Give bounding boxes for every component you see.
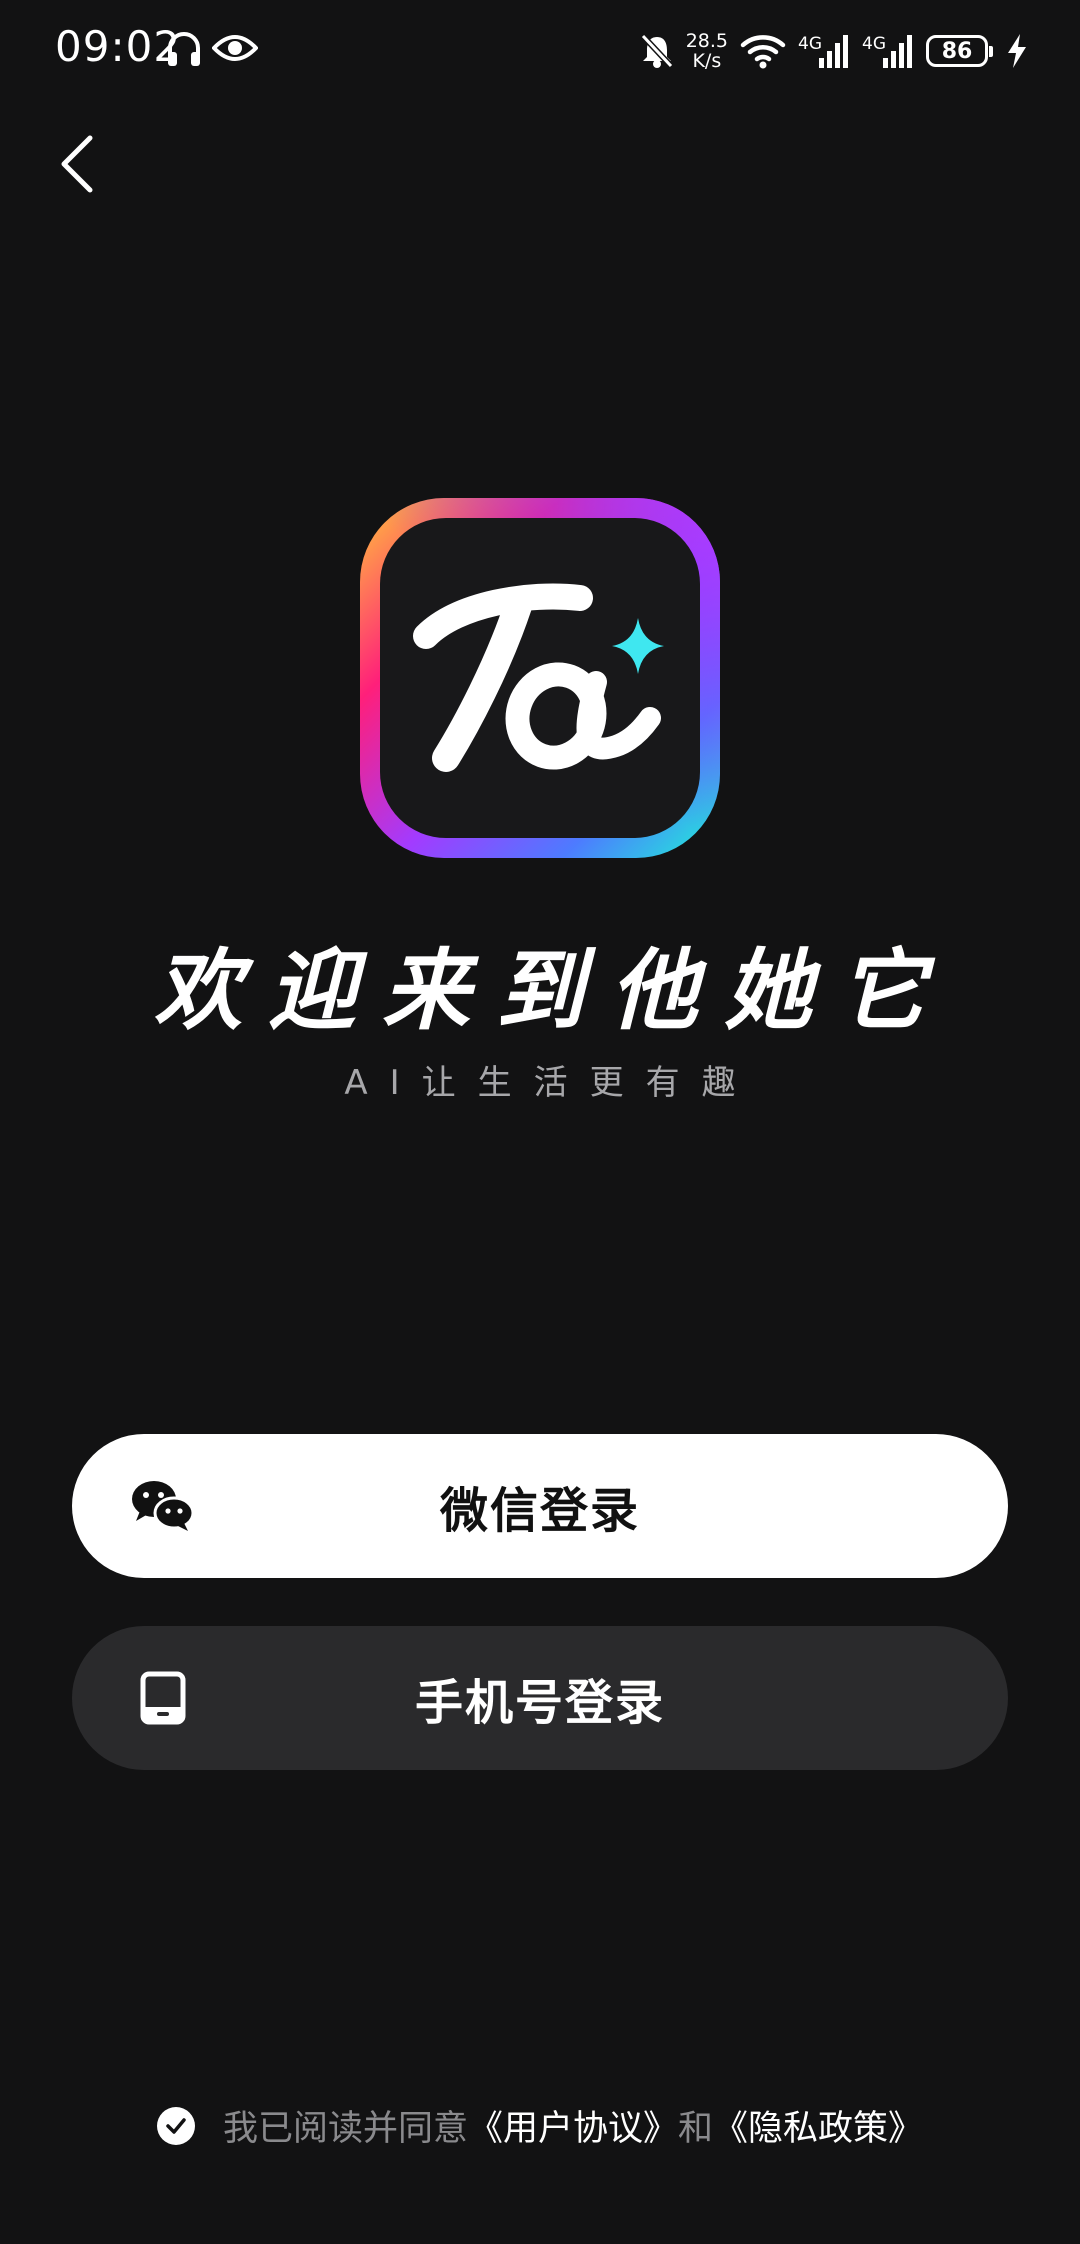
network-speed-value: 28.5 (685, 30, 728, 52)
signal-1: 4G (798, 34, 850, 68)
app-logo (360, 498, 720, 858)
battery-icon: 86 (926, 35, 993, 67)
bell-muted-icon (640, 33, 673, 69)
network-speed: 28.5 K/s (686, 31, 728, 71)
battery-level: 86 (941, 38, 973, 64)
status-bar: 09:02 28.5 K/s 4G 4G 86 (0, 0, 1080, 100)
welcome-title: 欢迎来到他她它 (153, 939, 952, 1042)
network-speed-unit: K/s (692, 50, 722, 72)
phone-icon (140, 1671, 186, 1725)
status-indicators: 28.5 K/s 4G 4G 86 (640, 28, 1028, 74)
charging-icon (1008, 34, 1026, 68)
privacy-policy-link[interactable]: 《隐私政策》 (713, 2100, 923, 2151)
signal-icon (883, 35, 912, 68)
agreement-conjunction: 和 (678, 2109, 714, 2149)
wechat-icon (132, 1481, 194, 1531)
phone-login-label: 手机号登录 (414, 1675, 665, 1731)
wechat-login-button[interactable]: 微信登录 (72, 1434, 1008, 1578)
phone-login-button[interactable]: 手机号登录 (72, 1626, 1008, 1770)
headphone-icon (168, 32, 200, 66)
eye-icon (212, 35, 258, 61)
agreement-prefix: 我已阅读并同意 (222, 2109, 468, 2149)
welcome-subtitle: AI让生活更有趣 (344, 1063, 758, 1103)
status-time: 09:02 (55, 22, 182, 71)
back-button[interactable] (48, 130, 112, 194)
check-icon (166, 2117, 186, 2134)
signal-2: 4G (862, 34, 914, 68)
user-agreement-link[interactable]: 《用户协议》 (468, 2100, 678, 2151)
agreement-row: 我已阅读并同意 《用户协议》 和 《隐私政策》 (0, 2100, 1080, 2151)
wechat-login-label: 微信登录 (439, 1483, 640, 1539)
wifi-icon (740, 35, 786, 69)
signal-icon (819, 35, 848, 68)
chevron-left-icon (61, 135, 93, 193)
agreement-checkbox[interactable] (156, 2106, 195, 2145)
